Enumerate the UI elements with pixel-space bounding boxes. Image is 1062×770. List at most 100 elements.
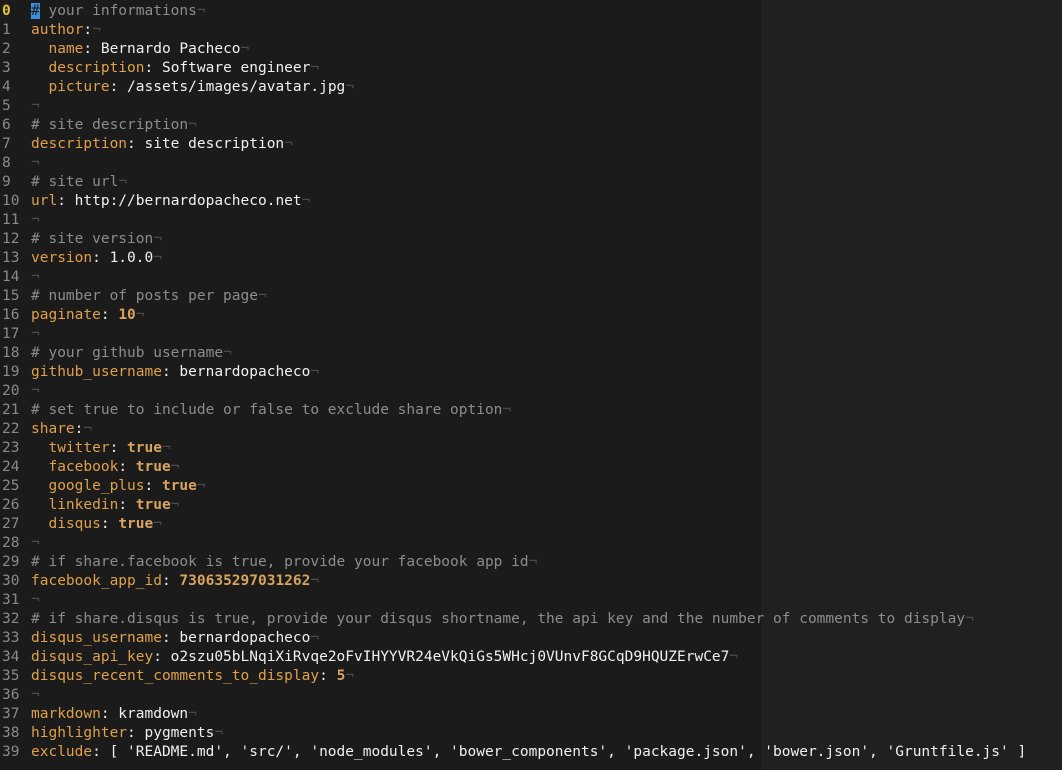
token-key: url <box>31 193 58 209</box>
code-line[interactable]: 17 ¬ <box>0 325 1062 344</box>
code-line[interactable]: 16 paginate: 10¬ <box>0 306 1062 325</box>
code-line[interactable]: 6 # site description¬ <box>0 116 1062 135</box>
eol-marker: ¬ <box>188 706 197 722</box>
token-key: description <box>31 136 128 152</box>
token-val <box>31 79 48 95</box>
eol-marker: ¬ <box>528 554 538 570</box>
eol-marker: ¬ <box>965 611 974 627</box>
line-code: ¬ <box>31 534 40 553</box>
code-line[interactable]: 21 # set true to include or false to excl… <box>0 401 1062 420</box>
line-code: facebook: true¬ <box>31 458 179 477</box>
line-code: # site version¬ <box>31 230 162 249</box>
line-code: # if share.disqus is true, provide your … <box>31 610 974 629</box>
token-comment: # number of posts per page <box>31 288 258 304</box>
token-val: : <box>100 516 119 532</box>
eol-marker: ¬ <box>502 402 512 418</box>
code-line[interactable]: 18 # your github username¬ <box>0 344 1062 363</box>
token-key: highlighter <box>31 725 128 741</box>
code-line[interactable]: 38 highlighter: pygments¬ <box>0 724 1062 743</box>
code-line[interactable]: 8 ¬ <box>0 154 1062 173</box>
token-bool: true <box>135 497 171 513</box>
eol-marker: ¬ <box>31 98 40 114</box>
line-code: # site description¬ <box>31 116 197 135</box>
line-code: # if share.facebook is true, provide you… <box>31 553 537 572</box>
eol-marker: ¬ <box>301 193 311 209</box>
token-key: disqus <box>48 516 101 532</box>
code-line[interactable]: 30 facebook_app_id: 730635297031262¬ <box>0 572 1062 591</box>
line-number: 34 <box>2 649 20 665</box>
line-code: facebook_app_id: 730635297031262¬ <box>31 572 319 591</box>
line-number: 13 <box>2 250 20 266</box>
code-line[interactable]: 3 description: Software engineer¬ <box>0 59 1062 78</box>
line-number: 37 <box>2 706 20 722</box>
token-val: : <box>161 573 180 589</box>
line-number: 26 <box>2 497 20 513</box>
line-number: 28 <box>2 535 20 551</box>
code-line[interactable]: 10 url: http://bernardopacheco.net¬ <box>0 192 1062 211</box>
code-line[interactable]: 24 facebook: true¬ <box>0 458 1062 477</box>
code-line[interactable]: 20 ¬ <box>0 382 1062 401</box>
line-number: 32 <box>2 611 20 627</box>
code-line[interactable]: 32 # if share.disqus is true, provide you… <box>0 610 1062 629</box>
line-code: highlighter: pygments¬ <box>31 724 223 743</box>
code-line[interactable]: 14 ¬ <box>0 268 1062 287</box>
eol-marker: ¬ <box>153 516 162 532</box>
code-line[interactable]: 9 # site url¬ <box>0 173 1062 192</box>
code-line[interactable]: 1 author:¬ <box>0 21 1062 40</box>
token-comment: # if share.disqus is true, provide your … <box>31 611 966 627</box>
code-line[interactable]: 12 # site version¬ <box>0 230 1062 249</box>
code-line[interactable]: 13 version: 1.0.0¬ <box>0 249 1062 268</box>
line-number: 15 <box>2 288 20 304</box>
line-number: 35 <box>2 668 20 684</box>
code-line[interactable]: 35 disqus_recent_comments_to_display: 5¬ <box>0 667 1062 686</box>
token-val: : Software engineer <box>144 60 311 76</box>
code-line[interactable]: 28 ¬ <box>0 534 1062 553</box>
eol-marker: ¬ <box>170 459 180 475</box>
line-code: exclude: [ 'README.md', 'src/', 'node_mo… <box>31 743 1026 762</box>
code-line[interactable]: 36 ¬ <box>0 686 1062 705</box>
eol-marker: ¬ <box>310 630 320 646</box>
code-line[interactable]: 26 linkedin: true¬ <box>0 496 1062 515</box>
code-line[interactable]: 23 twitter: true¬ <box>0 439 1062 458</box>
line-code: ¬ <box>31 686 40 705</box>
line-number: 39 <box>2 744 20 760</box>
eol-marker: ¬ <box>153 231 162 247</box>
token-key: disqus_api_key <box>31 649 154 665</box>
code-line[interactable]: 34 disqus_api_key: o2szu05bLNqiXiRvqe2oFv… <box>0 648 1062 667</box>
token-key: picture <box>48 79 110 95</box>
code-line[interactable]: 5 ¬ <box>0 97 1062 116</box>
line-code: # your github username¬ <box>31 344 232 363</box>
eol-marker: ¬ <box>31 269 40 285</box>
code-editor[interactable]: 0 # your informations¬ 1 author:¬ 2 name: Be… <box>0 0 1062 770</box>
code-line[interactable]: 15 # number of posts per page¬ <box>0 287 1062 306</box>
eol-marker: ¬ <box>729 649 739 665</box>
code-line[interactable]: 0 # your informations¬ <box>0 2 1062 21</box>
code-line[interactable]: 11 ¬ <box>0 211 1062 230</box>
code-line[interactable]: 2 name: Bernardo Pacheco¬ <box>0 40 1062 59</box>
line-number: 7 <box>2 136 11 152</box>
token-key: disqus_recent_comments_to_display <box>31 668 320 684</box>
code-line[interactable]: 39 exclude: [ 'README.md', 'src/', 'node_… <box>0 743 1062 762</box>
token-key: facebook <box>48 459 119 475</box>
code-line[interactable]: 29 # if share.facebook is true, provide y… <box>0 553 1062 572</box>
token-val: : <box>144 478 162 494</box>
code-line[interactable]: 7 description: site description¬ <box>0 135 1062 154</box>
code-line[interactable]: 19 github_username: bernardopacheco¬ <box>0 363 1062 382</box>
token-val: : /assets/images/avatar.jpg <box>109 79 346 95</box>
code-line[interactable]: 27 disqus: true¬ <box>0 515 1062 534</box>
code-line[interactable]: 22 share:¬ <box>0 420 1062 439</box>
code-line[interactable]: 31 ¬ <box>0 591 1062 610</box>
editor-lines[interactable]: 0 # your informations¬ 1 author:¬ 2 name: Be… <box>0 2 1062 762</box>
code-line[interactable]: 37 markdown: kramdown¬ <box>0 705 1062 724</box>
code-line[interactable]: 33 disqus_username: bernardopacheco¬ <box>0 629 1062 648</box>
token-val: : bernardopacheco <box>161 364 311 380</box>
eol-marker: ¬ <box>284 136 293 152</box>
eol-marker: ¬ <box>345 79 355 95</box>
code-line[interactable]: 25 google_plus: true¬ <box>0 477 1062 496</box>
line-number: 19 <box>2 364 20 380</box>
token-val <box>31 60 48 76</box>
code-line[interactable]: 4 picture: /assets/images/avatar.jpg¬ <box>0 78 1062 97</box>
line-number: 11 <box>2 212 20 228</box>
line-code: disqus_recent_comments_to_display: 5¬ <box>31 667 354 686</box>
token-key: share <box>31 421 75 437</box>
